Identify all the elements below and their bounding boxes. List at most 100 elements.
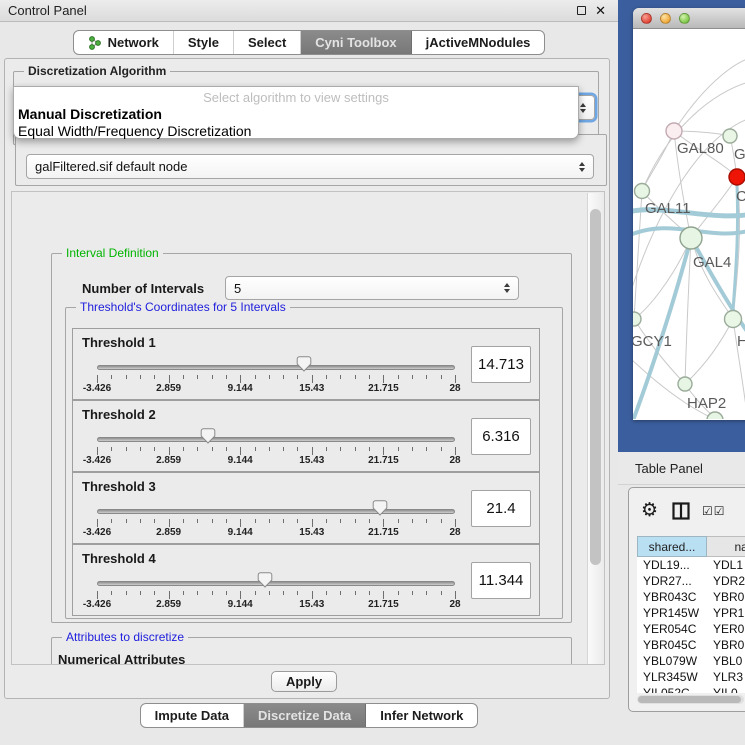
settings-scrollbar-thumb[interactable]: [590, 209, 601, 565]
tick-label: -3.426: [83, 527, 111, 538]
tick-label: 2.859: [156, 599, 181, 610]
network-node[interactable]: [729, 169, 745, 185]
tab-style[interactable]: Style: [174, 31, 234, 54]
threshold-label: Threshold 2: [82, 407, 156, 422]
slider-track[interactable]: [97, 437, 455, 442]
network-node[interactable]: [666, 123, 682, 139]
network-node[interactable]: [633, 312, 641, 326]
table-row[interactable]: YBR045CYBR0: [637, 637, 745, 653]
table-toolbar: ⚙ ☑☑: [629, 488, 745, 533]
network-view-window[interactable]: GAL80GALCGAL11GAL4GCY1HHAP2: [633, 8, 745, 420]
tab-network[interactable]: Network: [74, 31, 174, 54]
table-data-combobox[interactable]: galFiltered.sif default node: [26, 154, 594, 179]
dropdown-option-manual[interactable]: Manual Discretization: [18, 106, 162, 122]
network-edge[interactable]: [674, 57, 745, 131]
table-row[interactable]: YBR043CYBR0: [637, 589, 745, 605]
slider-track[interactable]: [97, 509, 455, 514]
slider-tick-labels: -3.4262.8599.14415.4321.71528: [97, 455, 455, 467]
columns-icon[interactable]: [672, 502, 690, 520]
dropdown-option-equal-width[interactable]: Equal Width/Frequency Discretization: [18, 123, 251, 139]
tab-jactivemnodules[interactable]: jActiveMNodules: [412, 31, 545, 54]
network-node[interactable]: [680, 227, 702, 249]
apply-button[interactable]: Apply: [271, 671, 337, 692]
column-header-shared-name[interactable]: shared...: [637, 536, 707, 557]
threshold-value-field[interactable]: 14.713: [471, 346, 531, 383]
table-cell: YDL1: [707, 557, 745, 573]
combobox-stepper-icon: [579, 162, 585, 172]
slider-track[interactable]: [97, 581, 455, 586]
table-horizontal-scrollbar[interactable]: [637, 695, 744, 704]
tick-label: -3.426: [83, 455, 111, 466]
network-node[interactable]: [635, 184, 650, 199]
threshold-row-2: Threshold 2 -3.4262.8599.14415.4321.71528…: [72, 400, 540, 472]
tab-label: Infer Network: [380, 708, 463, 723]
minimize-traffic-light-icon[interactable]: [660, 13, 671, 24]
network-node-label: GAL: [734, 146, 745, 163]
float-window-icon[interactable]: [577, 6, 586, 15]
tab-label: Cyni Toolbox: [315, 35, 396, 50]
network-node-label: HAP2: [687, 395, 726, 412]
tick-label: 21.715: [368, 383, 399, 394]
gear-icon[interactable]: ⚙: [641, 499, 658, 522]
bottom-tab-discretize-data[interactable]: Discretize Data: [244, 704, 366, 727]
tab-cyni-toolbox[interactable]: Cyni Toolbox: [301, 31, 411, 54]
network-edge-highlighted[interactable]: [633, 238, 691, 419]
network-edge[interactable]: [634, 238, 691, 319]
table-cell: YBR045C: [637, 637, 707, 653]
network-node[interactable]: [678, 377, 692, 391]
algorithm-hint: Select algorithm to view settings: [14, 90, 578, 105]
network-node[interactable]: [723, 129, 737, 143]
threshold-label: Threshold 3: [82, 479, 156, 494]
column-header-name[interactable]: name: [707, 536, 745, 557]
slider-thumb[interactable]: [372, 500, 388, 516]
select-columns-icon[interactable]: ☑☑: [702, 504, 726, 518]
tick-label: 9.144: [228, 455, 253, 466]
table-cell: YIL0: [707, 685, 745, 693]
table-row[interactable]: YDL19...YDL1: [637, 557, 745, 573]
number-of-intervals-combobox[interactable]: 5: [225, 276, 519, 300]
slider-ticks: [97, 447, 455, 455]
network-canvas[interactable]: GAL80GALCGAL11GAL4GCY1HHAP2: [633, 29, 745, 419]
tab-label: Impute Data: [155, 708, 229, 723]
close-icon[interactable]: ✕: [595, 4, 606, 17]
tab-label: Discretize Data: [258, 708, 351, 723]
table-row[interactable]: YLR345WYLR3: [637, 669, 745, 685]
table-cell: YDL19...: [637, 557, 707, 573]
slider-thumb[interactable]: [257, 572, 273, 588]
table-cell: YER0: [707, 621, 745, 637]
slider-thumb[interactable]: [296, 356, 312, 372]
settings-scrollbar[interactable]: [587, 193, 603, 665]
table-row[interactable]: YPR145WYPR1: [637, 605, 745, 621]
bottom-tab-infer-network[interactable]: Infer Network: [366, 704, 477, 727]
bottom-tab-impute-data[interactable]: Impute Data: [141, 704, 244, 727]
threshold-value-field[interactable]: 11.344: [471, 562, 531, 599]
slider-thumb[interactable]: [200, 428, 216, 444]
threshold-label: Threshold 4: [82, 551, 156, 566]
zoom-traffic-light-icon[interactable]: [679, 13, 690, 24]
threshold-label: Threshold 1: [82, 335, 156, 350]
network-edge[interactable]: [685, 319, 733, 384]
table-row[interactable]: YBL079WYBL0: [637, 653, 745, 669]
table-row[interactable]: YIL052CYIL0: [637, 685, 745, 693]
table-row[interactable]: YDR27...YDR2: [637, 573, 745, 589]
network-edge[interactable]: [642, 131, 674, 191]
threshold-value-field[interactable]: 6.316: [471, 418, 531, 455]
tab-select[interactable]: Select: [234, 31, 301, 54]
thresholds-title: Threshold's Coordinates for 5 Intervals: [76, 300, 290, 314]
slider-track[interactable]: [97, 365, 455, 370]
table-row[interactable]: YER054CYER0: [637, 621, 745, 637]
combobox-stepper-icon: [504, 283, 510, 293]
table-cell: YLR345W: [637, 669, 707, 685]
tick-label: 15.43: [299, 599, 324, 610]
network-edge[interactable]: [634, 319, 685, 384]
tab-label: Network: [108, 35, 159, 50]
network-node[interactable]: [725, 311, 742, 328]
tick-label: -3.426: [83, 599, 111, 610]
table-panel-window: ⚙ ☑☑ shared... name YDL19...YDL1YDR27...…: [628, 487, 745, 712]
network-window-titlebar[interactable]: [633, 8, 745, 29]
close-traffic-light-icon[interactable]: [641, 13, 652, 24]
table-cell: YDR27...: [637, 573, 707, 589]
tab-label: Style: [188, 35, 219, 50]
threshold-value-field[interactable]: 21.4: [471, 490, 531, 527]
network-node-label: GCY1: [633, 333, 672, 350]
